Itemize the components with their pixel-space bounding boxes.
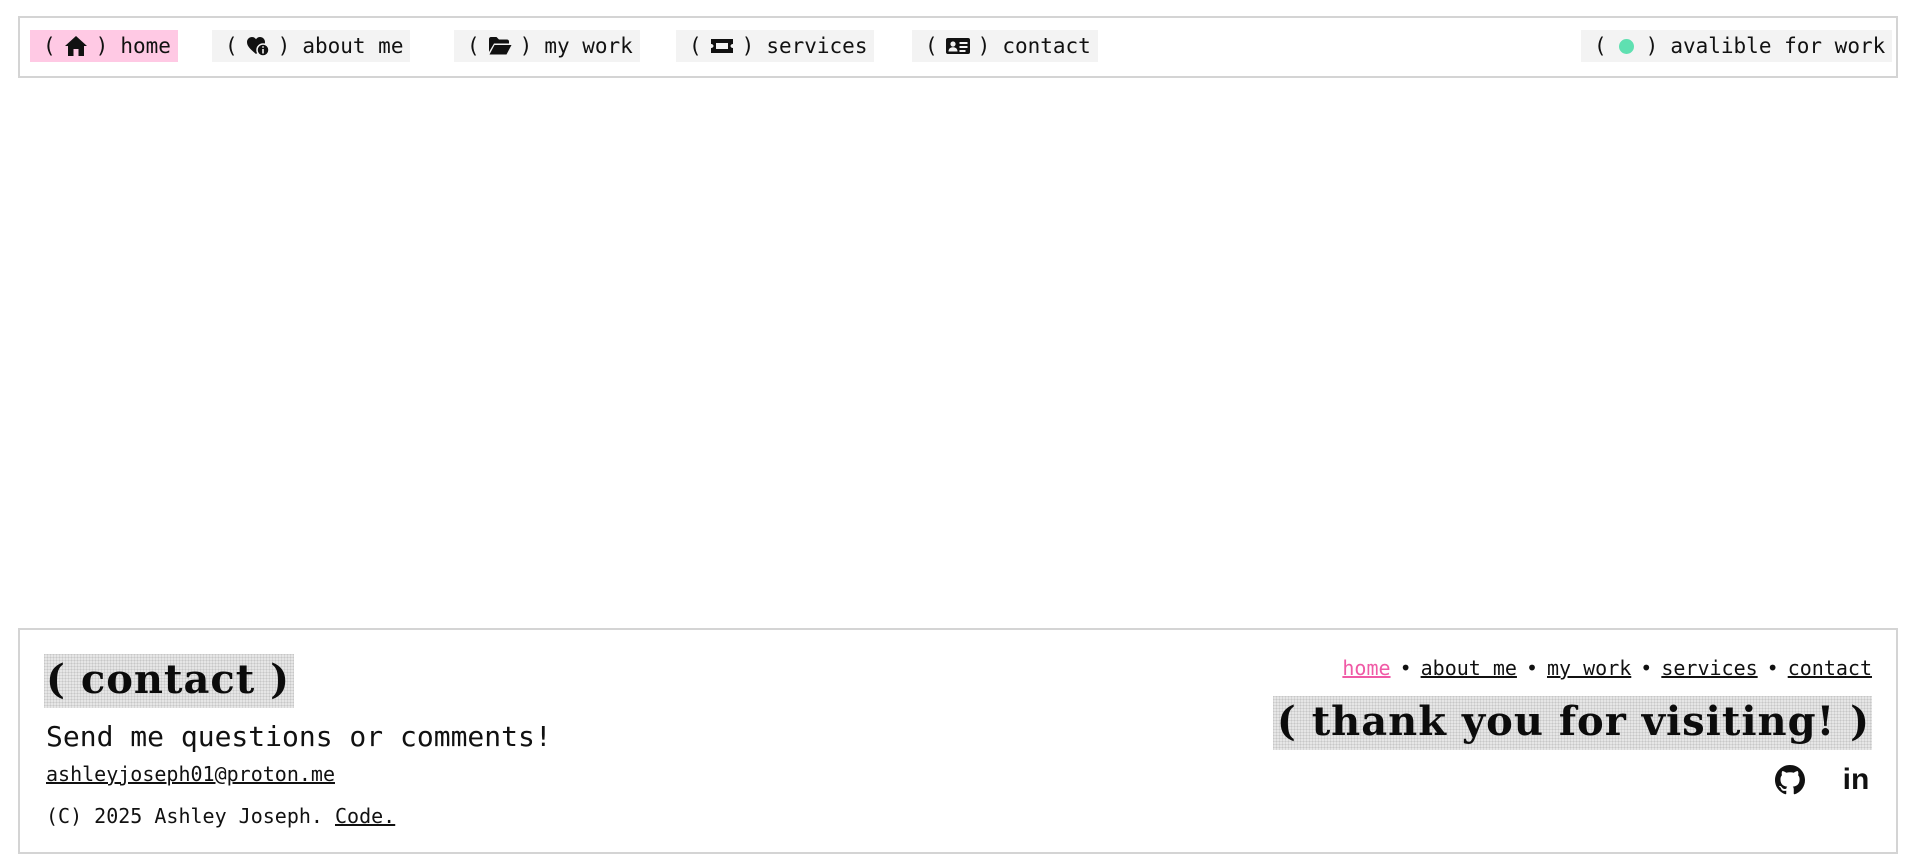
ticket-icon xyxy=(708,34,736,58)
availability-label: avalible for work xyxy=(1670,34,1886,58)
linkedin-icon[interactable]: in xyxy=(1840,764,1872,796)
paren-open: ( xyxy=(225,34,238,58)
paren-close: ) xyxy=(977,34,991,58)
paren-open: ( xyxy=(689,34,702,58)
contact-heading: ( contact ) xyxy=(44,654,294,708)
nav-contact[interactable]: ( ) contact xyxy=(912,30,1098,62)
id-card-icon xyxy=(944,34,972,58)
heart-info-icon xyxy=(244,34,272,58)
separator: • xyxy=(1766,656,1779,680)
status-dot-icon xyxy=(1618,38,1634,54)
footer-link-home[interactable]: home xyxy=(1342,656,1390,680)
nav-label-home: home xyxy=(120,34,171,58)
social-links: in xyxy=(1774,764,1872,796)
separator: • xyxy=(1640,656,1653,680)
footer-link-contact[interactable]: contact xyxy=(1788,656,1872,680)
folder-open-icon xyxy=(486,34,514,58)
email-link[interactable]: ashleyjoseph01@proton.me xyxy=(46,762,335,786)
house-icon xyxy=(62,34,90,58)
footer-link-my-work[interactable]: my work xyxy=(1547,656,1631,680)
copyright: (C) 2025 Ashley Joseph. Code. xyxy=(46,804,395,828)
nav-about-me[interactable]: ( ) about me xyxy=(212,30,411,62)
copyright-text: (C) 2025 Ashley Joseph. xyxy=(46,804,323,828)
paren-close: ) xyxy=(1645,34,1659,58)
availability-status: ( ) avalible for work xyxy=(1581,30,1893,62)
linkedin-label: in xyxy=(1842,763,1870,796)
paren-open: ( xyxy=(1594,34,1607,58)
nav-label-services: services xyxy=(766,34,868,58)
code-link[interactable]: Code. xyxy=(335,804,395,828)
separator: • xyxy=(1399,656,1412,680)
footer-link-services[interactable]: services xyxy=(1661,656,1757,680)
paren-open: ( xyxy=(925,34,938,58)
thank-you-heading: ( thank you for visiting! ) xyxy=(1273,696,1872,750)
footer-link-about-me[interactable]: about me xyxy=(1421,656,1517,680)
github-icon[interactable] xyxy=(1774,764,1806,796)
paren-close: ) xyxy=(277,34,291,58)
nav-services[interactable]: ( ) services xyxy=(676,30,875,62)
paren-open: ( xyxy=(467,34,480,58)
nav-home[interactable]: ( ) home xyxy=(30,30,178,62)
nav-label-my-work: my work xyxy=(544,34,633,58)
separator: • xyxy=(1525,656,1538,680)
top-nav: ( ) home ( ) about me ( ) my work () se… xyxy=(18,16,1898,78)
nav-my-work[interactable]: ( ) my work xyxy=(454,30,640,62)
paren-close: ) xyxy=(95,34,109,58)
paren-close: ) xyxy=(741,34,755,58)
nav-label-contact: contact xyxy=(1002,34,1091,58)
nav-label-about-me: about me xyxy=(302,34,404,58)
contact-tagline: Send me questions or comments! xyxy=(46,720,552,753)
paren-open: ( xyxy=(43,34,56,58)
footer: ( contact ) Send me questions or comment… xyxy=(18,628,1898,854)
footer-nav: home • about me • my work • services • contact xyxy=(1342,656,1872,680)
paren-close: ) xyxy=(519,34,533,58)
